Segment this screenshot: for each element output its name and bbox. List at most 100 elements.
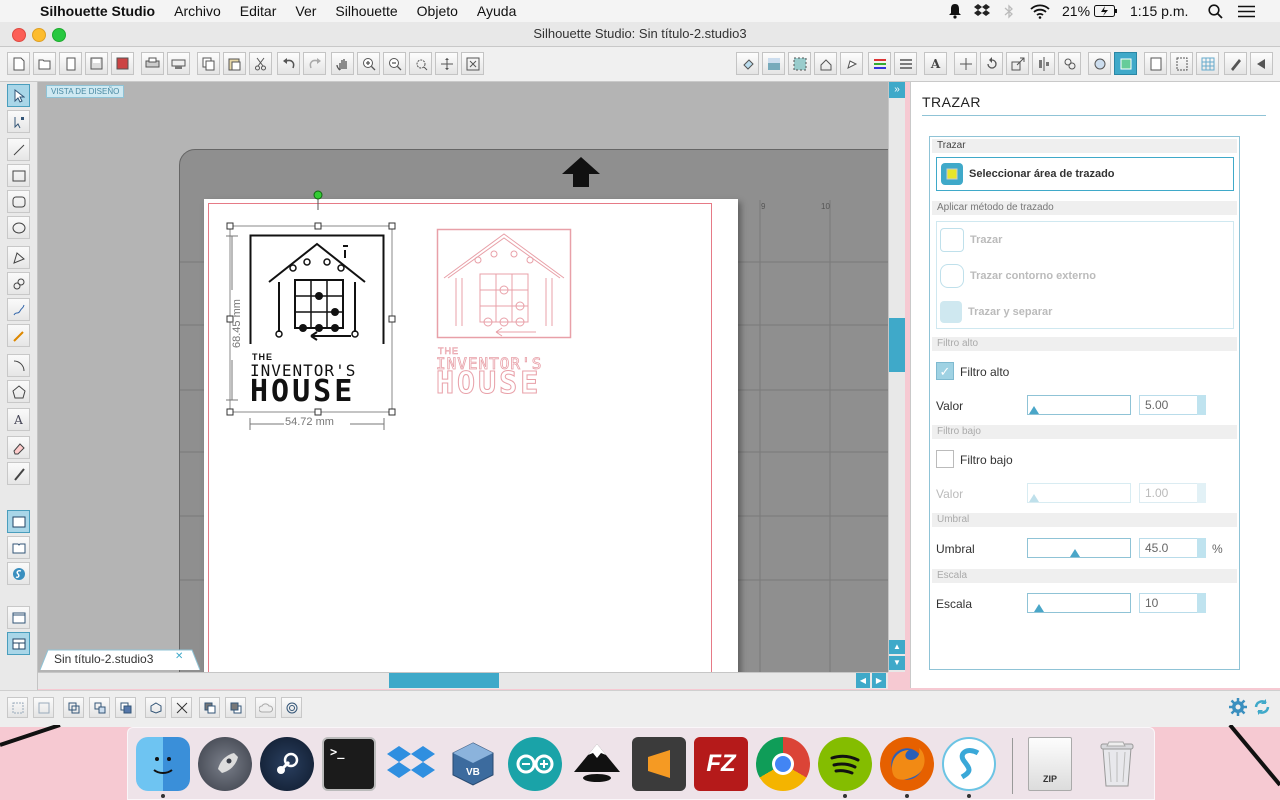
select-trace-area-button[interactable]: Seleccionar área de trazado — [936, 157, 1234, 191]
zoom-in-icon[interactable] — [357, 52, 380, 75]
menu-editar[interactable]: Editar — [240, 3, 277, 19]
polygon-tool-icon[interactable] — [7, 246, 30, 269]
low-pass-stepper[interactable] — [1197, 483, 1206, 503]
regular-polygon-icon[interactable] — [7, 380, 30, 403]
terminal-icon[interactable]: >_ — [322, 737, 376, 791]
trace-panel-icon[interactable] — [1114, 52, 1137, 75]
trace-and-detach-button[interactable]: Trazar y separar — [936, 295, 1234, 329]
select-tool-icon[interactable] — [7, 84, 30, 107]
smooth-freehand-icon[interactable] — [7, 324, 30, 347]
inventors-house-logo-image[interactable] — [249, 234, 387, 344]
zip-file-icon[interactable]: ZIP — [1028, 737, 1072, 791]
edit-points-icon[interactable] — [7, 110, 30, 133]
align-icon[interactable] — [1032, 52, 1055, 75]
filezilla-icon[interactable]: FZ — [694, 737, 748, 791]
line-width-icon[interactable] — [894, 52, 917, 75]
print-icon[interactable] — [141, 52, 164, 75]
trace-button[interactable]: Trazar — [936, 223, 1234, 257]
threshold-stepper[interactable] — [1197, 538, 1206, 558]
scroll-up-icon[interactable]: ▲ — [889, 640, 905, 654]
offset-icon[interactable] — [1088, 52, 1111, 75]
launchpad-icon[interactable] — [198, 737, 252, 791]
save-icon[interactable] — [85, 52, 108, 75]
transform-icon[interactable] — [954, 52, 977, 75]
collapse-panel-icon[interactable]: » — [889, 82, 905, 98]
fill-pattern-icon[interactable] — [788, 52, 811, 75]
low-pass-slider[interactable] — [1027, 483, 1131, 503]
drag-zoom-icon[interactable] — [435, 52, 458, 75]
arc-tool-icon[interactable] — [7, 354, 30, 377]
freehand-tool-icon[interactable] — [7, 298, 30, 321]
send-to-cutter-icon[interactable] — [1250, 52, 1273, 75]
fill-gradient-icon[interactable] — [762, 52, 785, 75]
knife-tool-icon[interactable] — [7, 462, 30, 485]
undo-icon[interactable] — [277, 52, 300, 75]
high-pass-slider[interactable] — [1027, 395, 1131, 415]
threshold-value-input[interactable]: 45.0 — [1139, 538, 1199, 558]
pan-hand-icon[interactable] — [331, 52, 354, 75]
delete-icon[interactable] — [171, 697, 192, 718]
bluetooth-icon[interactable] — [1004, 0, 1014, 22]
menu-silhouette[interactable]: Silhouette — [335, 3, 397, 19]
low-pass-value-input[interactable]: 1.00 — [1139, 483, 1199, 503]
cut-settings-icon[interactable] — [1224, 52, 1247, 75]
new-document-icon[interactable] — [7, 52, 30, 75]
high-pass-stepper[interactable] — [1197, 395, 1206, 415]
menu-objeto[interactable]: Objeto — [417, 3, 458, 19]
sync-refresh-icon[interactable] — [1252, 697, 1272, 720]
scale-slider[interactable] — [1027, 593, 1131, 613]
ellipse-tool-icon[interactable] — [7, 216, 30, 239]
eraser-tool-icon[interactable] — [7, 436, 30, 459]
paste-icon[interactable] — [223, 52, 246, 75]
firefox-icon[interactable] — [880, 737, 934, 791]
redo-icon[interactable] — [303, 52, 326, 75]
trash-icon[interactable] — [1090, 737, 1144, 791]
scale-icon[interactable] — [1006, 52, 1029, 75]
arduino-icon[interactable] — [508, 737, 562, 791]
save-to-library-icon[interactable] — [111, 52, 134, 75]
fit-to-page-icon[interactable] — [461, 52, 484, 75]
release-compound-path-icon[interactable] — [89, 697, 110, 718]
notification-center-icon[interactable] — [1238, 0, 1255, 22]
rectangle-tool-icon[interactable] — [7, 164, 30, 187]
vertical-scroll-thumb[interactable] — [889, 318, 905, 372]
scale-value-input[interactable]: 10 — [1139, 593, 1199, 613]
group-icon[interactable] — [7, 697, 28, 718]
menu-app-name[interactable]: Silhouette Studio — [40, 3, 155, 19]
line-tool-icon[interactable] — [7, 138, 30, 161]
split-panel-view-icon[interactable] — [7, 632, 30, 655]
rounded-rectangle-icon[interactable] — [7, 190, 30, 213]
open-library-icon[interactable] — [59, 52, 82, 75]
clock[interactable]: 1:15 p.m. — [1130, 0, 1188, 22]
scroll-down-icon[interactable]: ▼ — [889, 656, 905, 670]
silhouette-store-icon[interactable] — [7, 562, 30, 585]
minimize-window-button[interactable] — [32, 28, 46, 42]
close-window-button[interactable] — [12, 28, 26, 42]
menu-ayuda[interactable]: Ayuda — [477, 3, 516, 19]
menu-ver[interactable]: Ver — [295, 3, 316, 19]
design-view-icon[interactable] — [7, 510, 30, 533]
vertical-scrollbar[interactable]: » ▲ ▼ — [888, 82, 905, 672]
bring-forward-icon[interactable] — [199, 697, 220, 718]
menu-archivo[interactable]: Archivo — [174, 3, 221, 19]
steam-icon[interactable] — [260, 737, 314, 791]
spotlight-search-icon[interactable] — [1208, 0, 1223, 22]
wifi-icon[interactable] — [1030, 0, 1050, 22]
spotify-icon[interactable] — [818, 737, 872, 791]
zoom-out-icon[interactable] — [383, 52, 406, 75]
cloud-icon[interactable] — [255, 697, 276, 718]
threshold-slider[interactable] — [1027, 538, 1131, 558]
close-tab-icon[interactable]: ✕ — [175, 651, 183, 662]
dropbox-status-icon[interactable] — [974, 0, 990, 22]
settings-gear-icon[interactable] — [1228, 697, 1248, 720]
page-setup-icon[interactable] — [1144, 52, 1167, 75]
horizontal-scroll-thumb[interactable] — [389, 673, 499, 688]
grid-settings-icon[interactable] — [1196, 52, 1219, 75]
text-style-icon[interactable]: A — [924, 52, 947, 75]
finder-icon[interactable] — [136, 737, 190, 791]
trace-outer-edge-button[interactable]: Trazar contorno externo — [936, 259, 1234, 293]
shadow-icon[interactable] — [840, 52, 863, 75]
3d-object-icon[interactable] — [145, 697, 166, 718]
horizontal-scrollbar[interactable]: ◀ ▶ — [38, 672, 888, 689]
sublime-icon[interactable] — [632, 737, 686, 791]
